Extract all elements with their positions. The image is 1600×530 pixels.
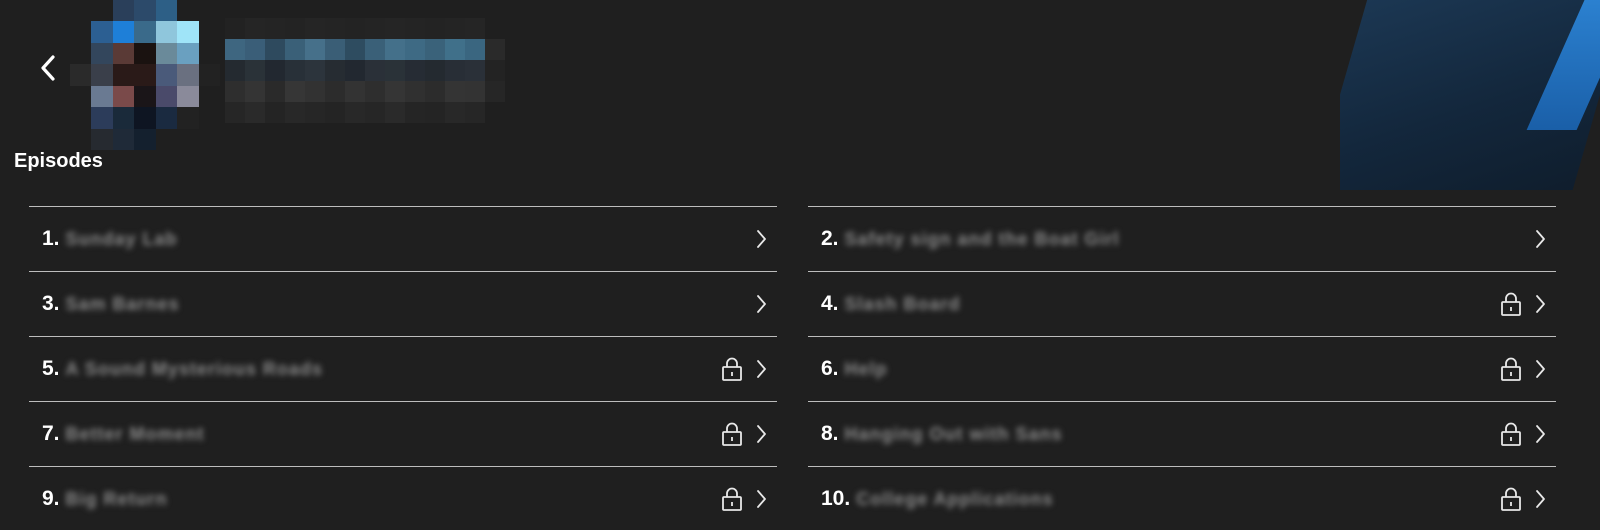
lock-icon: [722, 487, 742, 511]
episode-row[interactable]: 7. Better Moment: [29, 401, 777, 466]
show-title-obscured: [225, 18, 505, 123]
episode-title: Hanging Out with Sans: [844, 423, 1063, 444]
episode-row[interactable]: 9. Big Return: [29, 466, 777, 530]
episode-title: Better Moment: [65, 423, 205, 444]
episode-title: Help: [844, 358, 888, 379]
lock-icon: [1501, 422, 1521, 446]
episode-number: 2.: [821, 227, 839, 250]
chevron-right-icon: [1536, 425, 1545, 443]
episode-title: College Applications: [856, 488, 1054, 509]
episode-row[interactable]: 8. Hanging Out with Sans: [808, 401, 1556, 466]
episode-list: 1. Sunday Lab 2. Safety sign and the Boat G…: [29, 206, 1556, 530]
chevron-right-icon: [757, 295, 766, 313]
show-thumbnail: [70, 0, 220, 150]
chevron-left-icon: [41, 55, 55, 81]
lock-icon: [722, 422, 742, 446]
episode-row[interactable]: 1. Sunday Lab: [29, 206, 777, 271]
episode-title: Safety sign and the Boat Girl: [844, 228, 1120, 249]
chevron-right-icon: [1536, 230, 1545, 248]
episode-number: 6.: [821, 357, 839, 380]
chevron-right-icon: [1536, 360, 1545, 378]
episode-row[interactable]: 10. College Applications: [808, 466, 1556, 530]
episode-number: 3.: [42, 292, 60, 315]
chevron-right-icon: [1536, 490, 1545, 508]
episode-number: 8.: [821, 422, 839, 445]
episode-number: 9.: [42, 487, 60, 510]
episode-row[interactable]: 5. A Sound Mysterious Roads: [29, 336, 777, 401]
chevron-right-icon: [757, 490, 766, 508]
lock-icon: [1501, 357, 1521, 381]
corner-decoration: [1340, 0, 1600, 190]
episode-row[interactable]: 4. Slash Board: [808, 271, 1556, 336]
chevron-right-icon: [757, 425, 766, 443]
lock-icon: [722, 357, 742, 381]
episode-number: 5.: [42, 357, 60, 380]
episode-row[interactable]: 6. Help: [808, 336, 1556, 401]
episode-number: 7.: [42, 422, 60, 445]
episode-row[interactable]: 2. Safety sign and the Boat Girl: [808, 206, 1556, 271]
chevron-right-icon: [1536, 295, 1545, 313]
episode-row[interactable]: 3. Sam Barnes: [29, 271, 777, 336]
episode-title: Sunday Lab: [65, 228, 178, 249]
chevron-right-icon: [757, 360, 766, 378]
episode-number: 1.: [42, 227, 60, 250]
episode-title: A Sound Mysterious Roads: [65, 358, 323, 379]
episodes-page: Episodes 1. Sunday Lab 2. Safety sign and t…: [0, 0, 1600, 530]
episode-title: Slash Board: [844, 293, 961, 314]
episode-title: Sam Barnes: [65, 293, 180, 314]
episode-number: 10.: [821, 487, 851, 510]
chevron-right-icon: [757, 230, 766, 248]
back-button[interactable]: [34, 52, 62, 84]
section-title: Episodes: [14, 150, 103, 172]
episode-title: Big Return: [65, 488, 168, 509]
lock-icon: [1501, 487, 1521, 511]
lock-icon: [1501, 292, 1521, 316]
episode-number: 4.: [821, 292, 839, 315]
